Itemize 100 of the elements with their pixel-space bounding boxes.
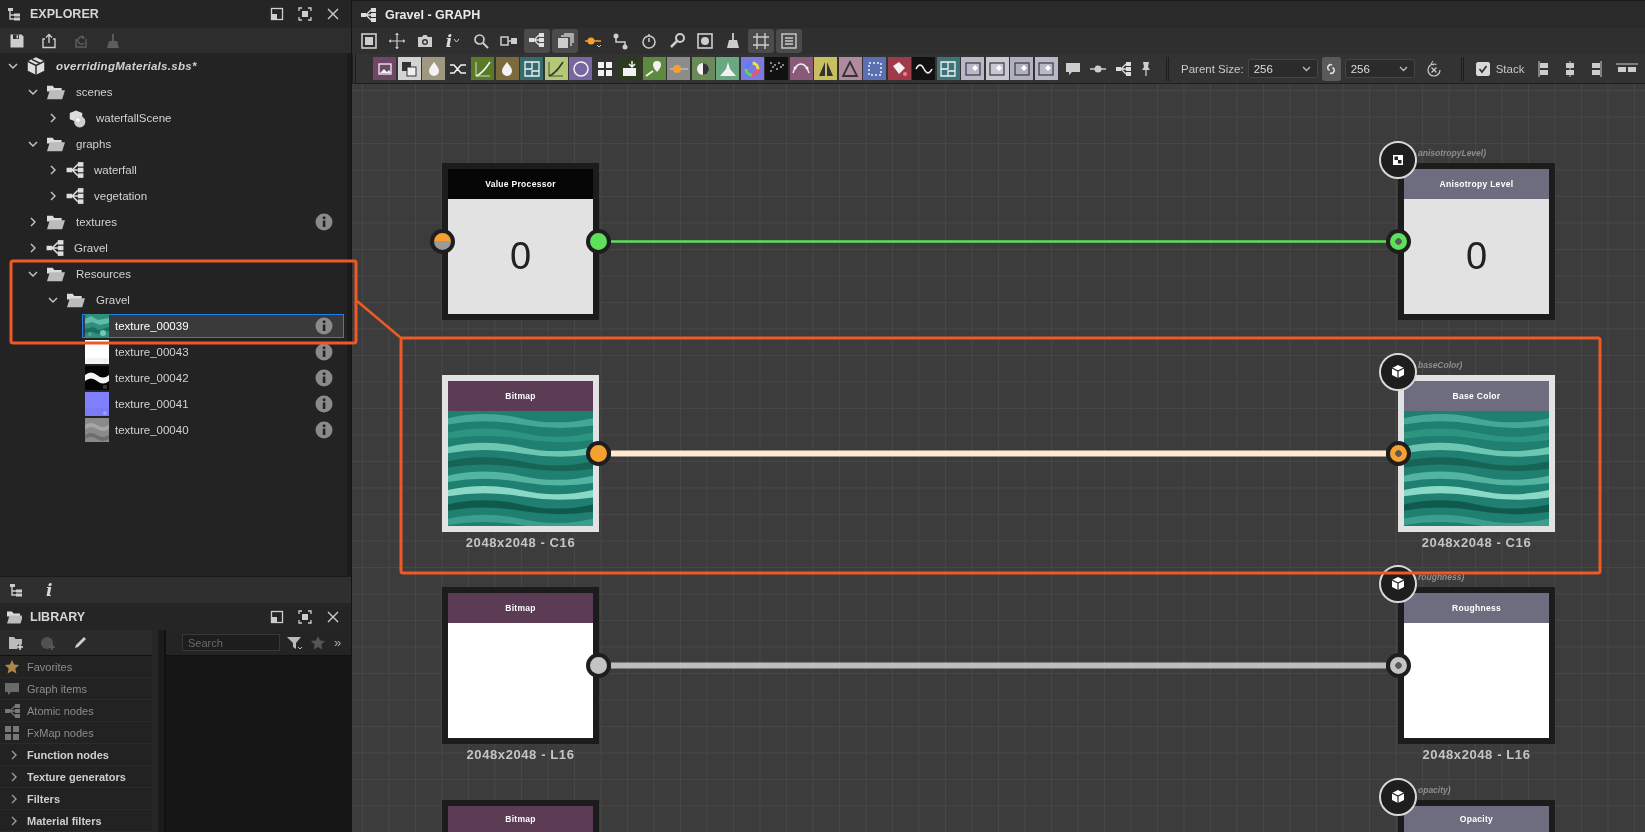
library-item[interactable]: Atomic nodes (27, 704, 94, 717)
frame-button[interactable] (748, 29, 774, 53)
more-button[interactable]: » (334, 635, 342, 650)
reset-icon[interactable] (1424, 59, 1443, 78)
pin-icon[interactable] (1140, 60, 1152, 77)
graph-node[interactable]: Roughness (1398, 587, 1555, 744)
graph-button[interactable] (524, 29, 550, 53)
curve-icon[interactable] (471, 57, 494, 80)
float-icon[interactable] (269, 608, 285, 625)
close-icon[interactable] (325, 6, 341, 22)
tree-item[interactable]: Gravel (42, 236, 344, 260)
graph-node[interactable]: Bitmap (442, 800, 599, 832)
tree-item[interactable]: waterfall (62, 158, 344, 182)
tree-item[interactable]: texture_00042 (82, 366, 344, 390)
curve-icon[interactable] (544, 57, 568, 80)
wave-icon[interactable] (912, 57, 935, 80)
tree-item[interactable]: Resources (42, 262, 344, 286)
info-button[interactable]: i (440, 29, 466, 53)
node-title: Opacity (1404, 806, 1549, 832)
size-dropdown[interactable]: 256 (1247, 59, 1318, 78)
comment-icon[interactable] (1065, 60, 1081, 77)
squares-icon[interactable] (397, 57, 421, 80)
tile-icon[interactable] (520, 57, 543, 80)
graph-node[interactable]: Value Processor 0 (442, 163, 599, 320)
drop-icon[interactable] (495, 57, 519, 80)
noise-icon[interactable] (765, 57, 788, 80)
link-button[interactable] (1321, 56, 1341, 81)
tree-item[interactable]: vegetation (62, 184, 344, 208)
output-port[interactable] (586, 229, 611, 254)
info-icon[interactable] (315, 421, 333, 439)
image-icon[interactable] (373, 57, 396, 80)
library-item[interactable]: Material filters (27, 814, 102, 827)
library-item[interactable]: Favorites (27, 660, 73, 673)
library-item[interactable]: Graph items (27, 682, 87, 695)
star-icon[interactable] (310, 634, 328, 651)
align-left-icon[interactable] (1538, 60, 1551, 77)
panel-icon[interactable] (1010, 57, 1033, 80)
bucket-icon[interactable] (887, 57, 911, 80)
maximize-icon[interactable] (297, 608, 313, 625)
pin-icon[interactable] (642, 57, 666, 80)
tree-item[interactable]: waterfallScene (62, 106, 344, 130)
tile-icon[interactable] (936, 57, 960, 80)
info-icon[interactable] (315, 213, 333, 231)
maximize-icon[interactable] (297, 6, 313, 22)
tree-item[interactable]: textures (42, 210, 344, 234)
graph-node[interactable]: Bitmap (442, 375, 599, 532)
info-icon[interactable] (315, 343, 333, 361)
tree-icon[interactable] (8, 582, 24, 598)
layers-button[interactable] (552, 29, 578, 53)
float-icon[interactable] (269, 6, 285, 22)
output-port[interactable] (586, 653, 611, 678)
tree-item[interactable]: scenes (42, 80, 344, 104)
checkbox-label[interactable]: Stack (1495, 62, 1525, 75)
fit-icon (360, 32, 378, 50)
tree-item[interactable]: texture_00041 (82, 392, 344, 416)
info-icon[interactable] (315, 369, 333, 387)
panel-icon[interactable] (1034, 57, 1058, 80)
list-button[interactable] (776, 29, 802, 53)
node-title: Bitmap (448, 806, 593, 832)
graph-node[interactable]: Bitmap (442, 587, 599, 744)
node-title: Value Processor (448, 169, 593, 199)
circle-icon[interactable] (569, 57, 592, 80)
panel-icon[interactable] (985, 57, 1009, 80)
node-caption: 2048x2048 - C16 (1420, 535, 1533, 550)
size-dropdown[interactable]: 256 (1344, 59, 1415, 78)
graph-icon[interactable] (1115, 60, 1132, 77)
input-port[interactable] (1386, 653, 1411, 678)
output-port[interactable] (586, 441, 611, 466)
input-port[interactable] (1386, 229, 1411, 254)
tree-item[interactable]: texture_00040 (82, 418, 344, 442)
tree-item[interactable]: texture_00039 (82, 314, 344, 338)
align-center-icon[interactable] (1564, 60, 1577, 77)
library-item[interactable]: Function nodes (27, 748, 109, 761)
stack-checkbox[interactable] (1475, 61, 1490, 76)
broom-icon (724, 32, 742, 50)
graph-node[interactable]: Opacity (1398, 800, 1555, 832)
panel-title: LIBRARY (30, 609, 87, 624)
library-item[interactable]: Filters (27, 792, 60, 805)
input-port[interactable] (1386, 441, 1411, 466)
tree-item[interactable]: overridingMaterials.sbs* (22, 54, 344, 78)
bezier-icon[interactable] (789, 57, 813, 80)
align-right-icon[interactable] (1590, 60, 1603, 77)
tree-item[interactable]: Gravel (62, 288, 344, 312)
graph-node[interactable]: Anisotropy Level 0 (1398, 163, 1555, 320)
triangle-icon[interactable] (838, 57, 862, 80)
color-ring-icon[interactable] (740, 57, 764, 80)
graph-node[interactable]: Base Color (1398, 375, 1555, 532)
cube-icon (1379, 778, 1417, 816)
library-item[interactable]: Texture generators (27, 770, 126, 783)
info-icon[interactable] (315, 395, 333, 413)
mirror-icon[interactable] (814, 57, 837, 80)
tree-item[interactable]: texture_00043 (82, 340, 344, 364)
info-button[interactable]: i (42, 580, 57, 600)
input-port[interactable] (430, 229, 455, 254)
search-field[interactable]: Search (182, 634, 280, 651)
library-item[interactable]: FxMap nodes (27, 726, 94, 739)
tree-item[interactable]: graphs (42, 132, 344, 156)
folder-icon (45, 265, 67, 283)
filter-icon[interactable] (286, 634, 304, 651)
info-icon[interactable] (315, 317, 333, 335)
